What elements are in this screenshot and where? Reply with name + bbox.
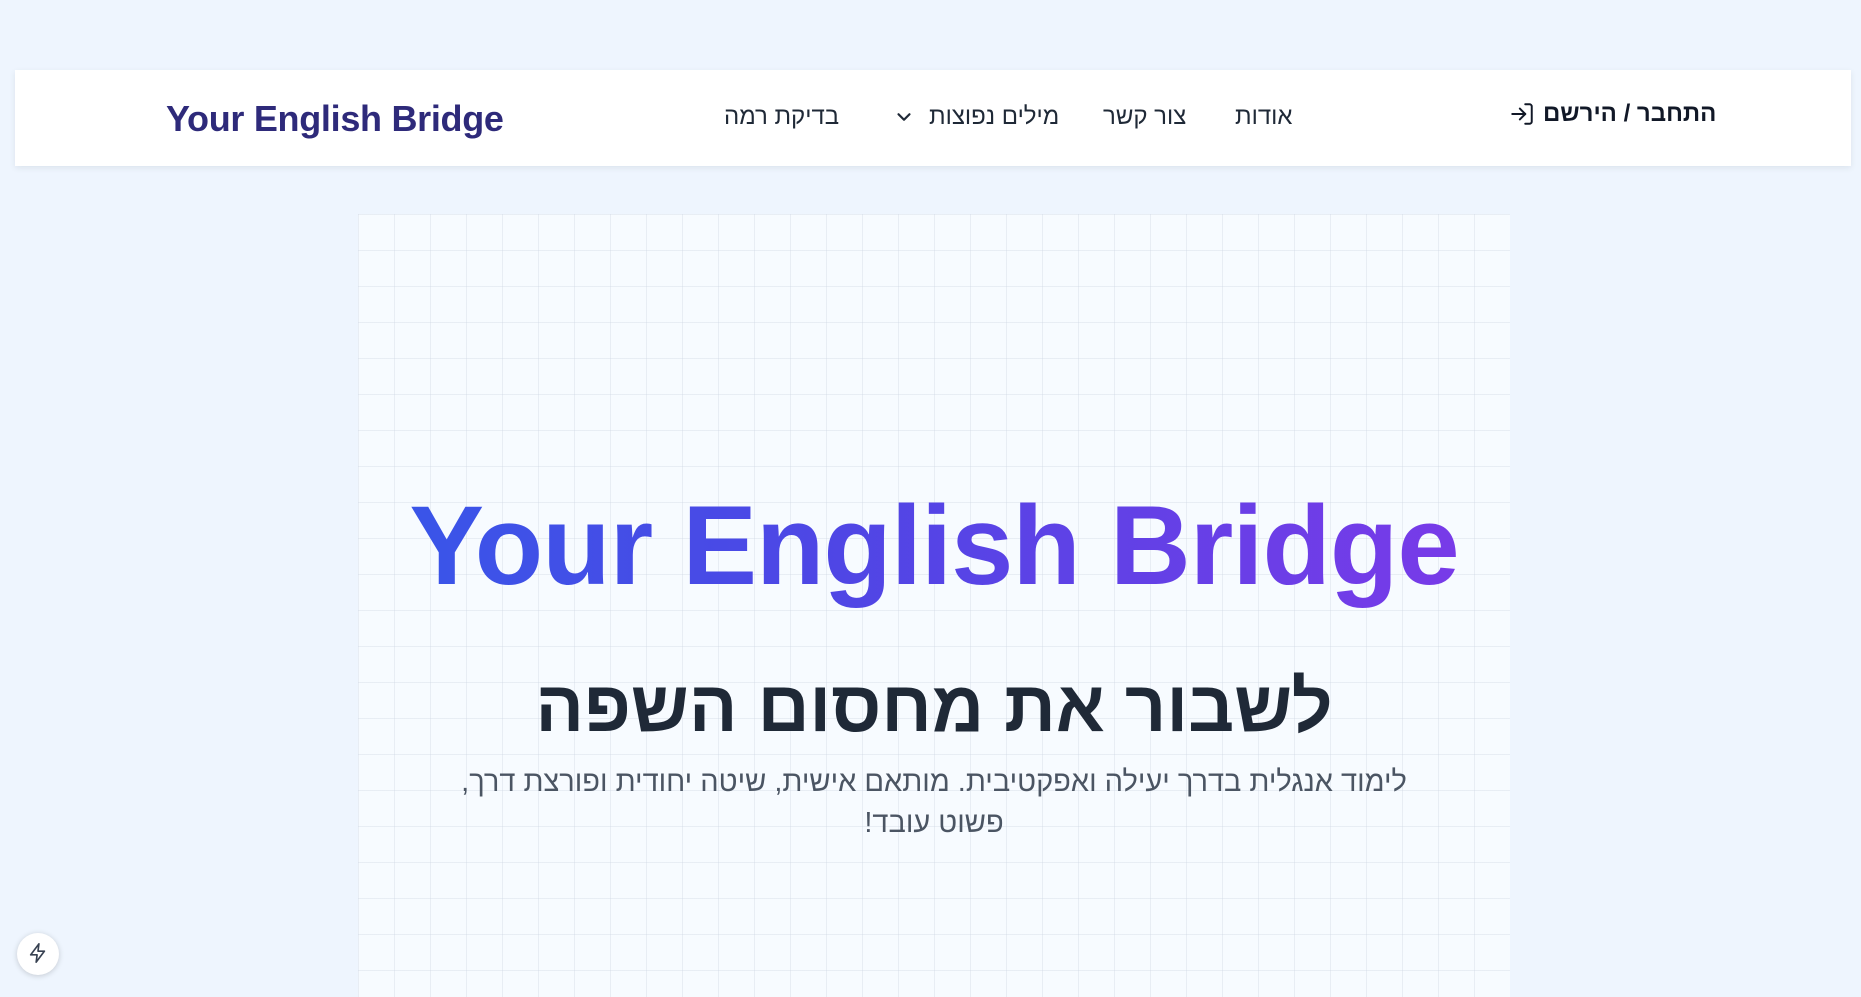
hero-title: Your English Bridge <box>0 479 1861 613</box>
login-arrow-icon <box>1509 101 1535 127</box>
nav-common-words-dropdown[interactable]: מילים נפוצות <box>893 103 1059 131</box>
nav-common-words-label: מילים נפוצות <box>929 103 1060 130</box>
login-register-label: התחבר / הירשם <box>1543 100 1717 127</box>
hero-description: לימוד אנגלית בדרך יעילה ואפקטיבית. מותאם… <box>461 766 1407 839</box>
login-register-button[interactable]: התחבר / הירשם <box>1509 100 1716 128</box>
nav-about-link[interactable]: אודות <box>1235 103 1292 131</box>
chevron-down-icon <box>893 106 915 128</box>
lightning-bolt-icon <box>27 942 49 967</box>
hero-subtitle: לשבור את מחסום השפה <box>535 666 1333 747</box>
nav-contact-link[interactable]: צור קשר <box>1103 103 1186 131</box>
top-navbar: Your English Bridge אודות צור קשר מילים … <box>15 70 1851 166</box>
brand-logo-link[interactable]: Your English Bridge <box>166 98 504 140</box>
nav-level-test-link[interactable]: בדיקת רמה <box>724 103 839 131</box>
floating-action-button[interactable] <box>17 933 59 975</box>
